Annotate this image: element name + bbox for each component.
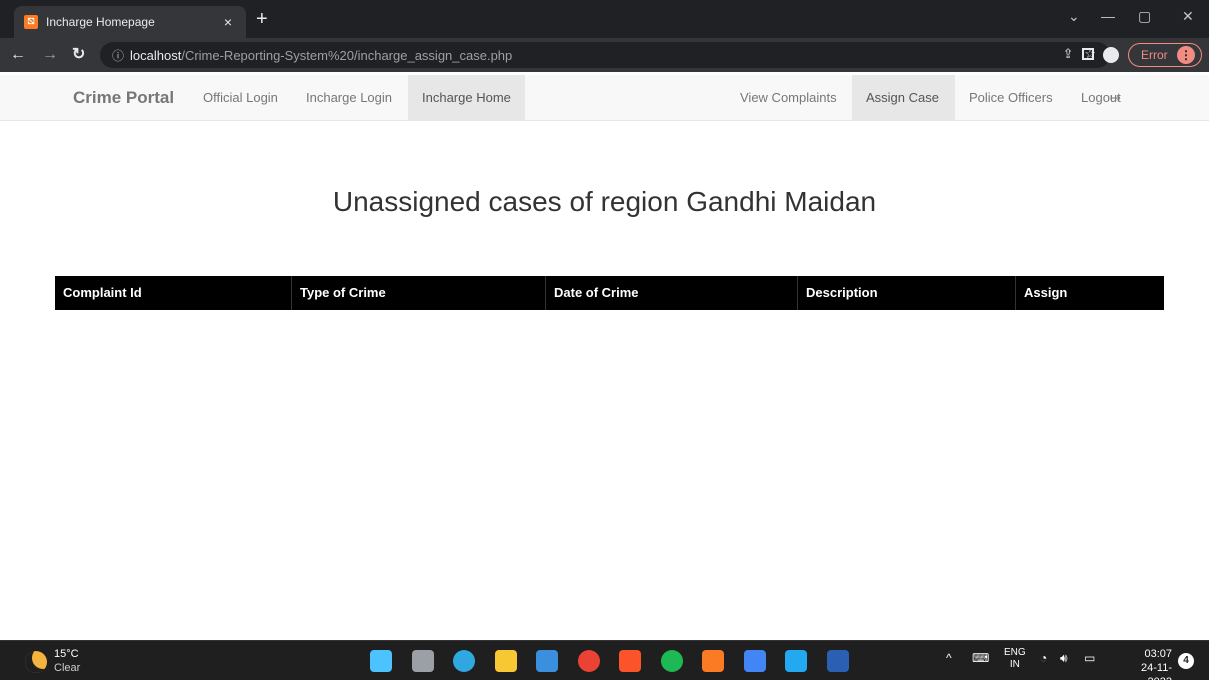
column-complaint-id: Complaint Id <box>55 276 292 310</box>
close-window-icon[interactable]: ✕ <box>1182 8 1194 25</box>
logout-icon[interactable]: ↦ <box>1108 75 1123 121</box>
menu-dots-icon[interactable]: ⋮ <box>1177 46 1195 64</box>
url-path: /Crime-Reporting-System%20/incharge_assi… <box>181 47 513 63</box>
weather-condition[interactable]: Clear <box>54 662 80 674</box>
reload-icon[interactable]: ↻ <box>72 45 85 65</box>
windows-taskbar: 15°C Clear ^ ⌨ ENG IN ◔ 🔊︎ ▭ 03:07 24-11… <box>0 640 1209 688</box>
tab-title: Incharge Homepage <box>46 15 155 29</box>
notification-badge[interactable]: 4 <box>1178 653 1194 669</box>
lang-code: ENG <box>1004 647 1026 658</box>
cases-table-header: Complaint Id Type of Crime Date of Crime… <box>55 276 1164 310</box>
weather-temperature[interactable]: 15°C <box>54 648 79 660</box>
minimize-icon[interactable]: — <box>1101 8 1115 24</box>
edge-icon[interactable] <box>453 650 475 672</box>
nav-incharge-home[interactable]: Incharge Home <box>408 75 525 121</box>
show-hidden-icons-icon[interactable]: ^ <box>946 651 952 665</box>
moon-weather-icon[interactable] <box>25 651 47 673</box>
word-icon[interactable] <box>826 650 849 672</box>
url-host: localhost <box>130 47 182 63</box>
spotify-icon[interactable] <box>660 650 683 672</box>
tab-close-icon[interactable]: × <box>220 14 236 30</box>
chrome-profile-icon[interactable] <box>743 650 766 672</box>
maximize-icon[interactable]: ▢ <box>1138 8 1151 25</box>
column-assign: Assign <box>1024 285 1068 300</box>
clock-date: 24-11-2022 <box>1141 662 1172 688</box>
language-indicator[interactable]: ENG IN <box>1004 647 1026 671</box>
file-explorer-icon[interactable] <box>494 650 517 672</box>
vscode-icon[interactable] <box>785 650 807 672</box>
error-label: Error <box>1141 48 1168 62</box>
column-date-of-crime: Date of Crime <box>546 276 798 310</box>
task-view-icon[interactable] <box>411 650 434 672</box>
browser-tab-bar: ⛞ Incharge Homepage × + ⌄ — ▢ ✕ <box>0 0 1209 38</box>
profile-avatar-icon[interactable] <box>1103 47 1119 63</box>
site-navbar: Crime Portal Official Login Incharge Log… <box>0 75 1209 121</box>
browser-toolbar: ← → ↻ ⓘ localhost/Crime-Reporting-System… <box>0 38 1209 72</box>
battery-icon[interactable]: ▭ <box>1084 651 1095 665</box>
nav-official-login[interactable]: Official Login <box>189 75 292 121</box>
wifi-icon[interactable]: ◔ <box>1040 651 1047 665</box>
chrome-icon[interactable] <box>577 650 600 672</box>
system-clock[interactable]: 03:07 24-11-2022 <box>1124 647 1172 689</box>
region-code: IN <box>1009 659 1020 670</box>
tab-search-icon[interactable]: ⌄ <box>1068 8 1080 25</box>
page-title: Unassigned cases of region Gandhi Maidan <box>332 186 877 217</box>
nav-view-complaints[interactable]: View Complaints <box>726 75 851 121</box>
xampp-favicon-icon: ⛞ <box>24 15 38 29</box>
brave-icon[interactable] <box>619 650 641 672</box>
clock-time: 03:07 <box>1144 648 1172 660</box>
error-button[interactable]: Error ⋮ <box>1128 43 1202 67</box>
mail-icon[interactable] <box>536 650 558 672</box>
brand-logo[interactable]: Crime Portal <box>73 75 174 121</box>
windows-start-icon[interactable] <box>370 650 392 672</box>
forward-arrow-icon[interactable]: → <box>42 45 58 65</box>
new-tab-button[interactable]: + <box>256 9 268 29</box>
info-icon[interactable]: ⓘ <box>112 47 124 64</box>
keyboard-icon[interactable]: ⌨ <box>972 651 989 665</box>
browser-tab[interactable]: ⛞ Incharge Homepage × <box>14 6 246 38</box>
column-type-of-crime: Type of Crime <box>292 276 546 310</box>
volume-icon[interactable]: 🔊︎ <box>1060 651 1068 666</box>
column-description: Description <box>798 276 1016 310</box>
nav-assign-case[interactable]: Assign Case <box>852 75 955 121</box>
side-panel-icon[interactable] <box>1082 48 1094 60</box>
address-bar[interactable]: ⓘ localhost/Crime-Reporting-System%20/in… <box>100 42 1110 68</box>
back-arrow-icon[interactable]: ← <box>10 45 26 65</box>
xampp-icon[interactable] <box>702 650 724 672</box>
nav-incharge-login[interactable]: Incharge Login <box>292 75 406 121</box>
nav-police-officers[interactable]: Police Officers <box>955 75 1067 121</box>
